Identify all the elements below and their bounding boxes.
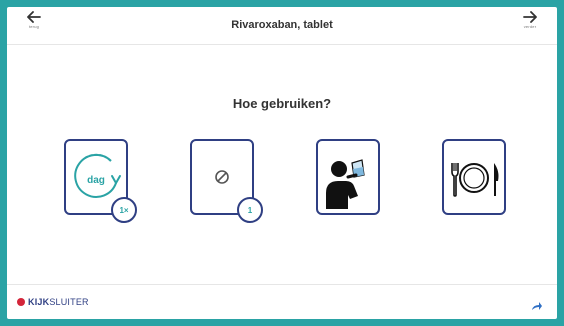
brand-dot-icon [17,298,25,306]
frequency-card[interactable]: dag 1× [64,139,137,223]
share-button[interactable] [531,298,543,316]
brand-logo: KIJK SLUITER [17,297,89,307]
tablet-count-badge: 1 [237,197,263,223]
drink-water-card[interactable] [316,139,380,215]
day-label: dag [87,175,105,186]
app-screen: terug Rivaroxaban, tablet verder Hoe geb… [7,7,557,319]
brand-light-text: SLUITER [49,297,89,307]
frequency-badge: 1× [111,197,137,223]
meal-card[interactable] [442,139,506,215]
person-drinking-icon [326,159,365,209]
tablet-card[interactable]: 1 [190,139,263,223]
share-icon [532,302,542,310]
footer-bar: KIJK SLUITER [7,284,557,319]
plate-cutlery-icon [451,163,499,197]
instruction-icons: dag 1× 1 [7,7,557,319]
brand-bold-text: KIJK [28,297,50,307]
